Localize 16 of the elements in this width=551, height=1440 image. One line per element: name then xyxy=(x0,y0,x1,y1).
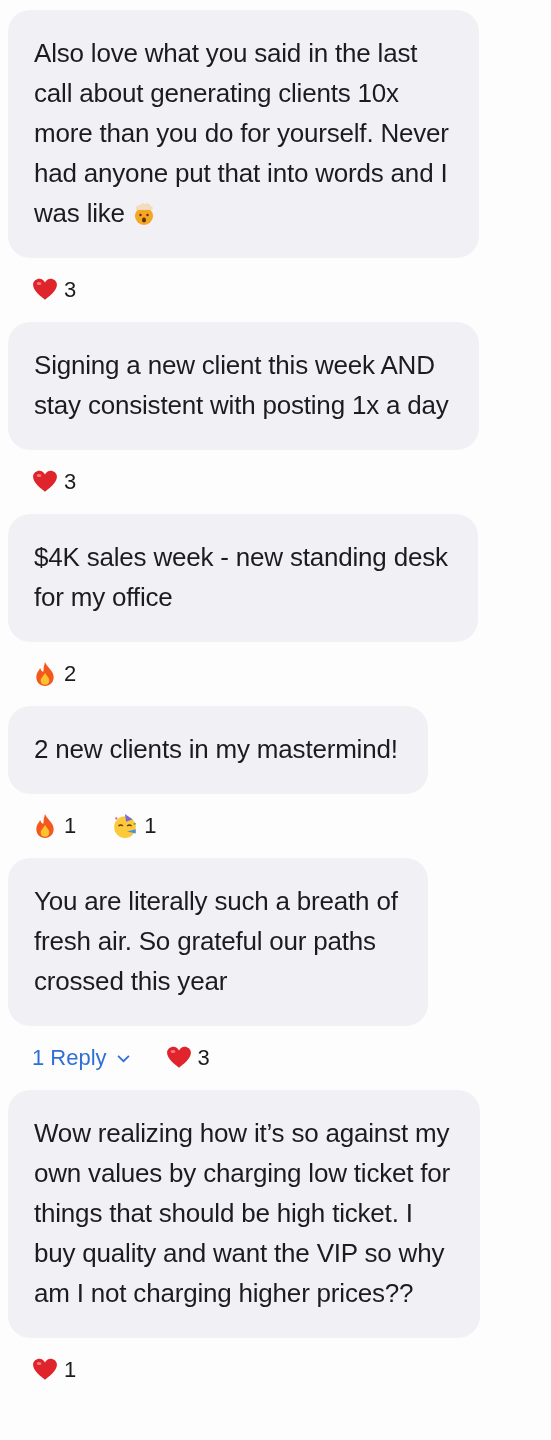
reaction-count: 3 xyxy=(64,469,77,495)
reaction-count: 1 xyxy=(64,813,77,839)
reaction-count: 1 xyxy=(144,813,157,839)
reaction-count: 2 xyxy=(64,661,77,687)
chevron-down-icon xyxy=(116,1053,130,1063)
party-face-icon xyxy=(112,813,139,839)
reply-link[interactable]: 1 Reply xyxy=(32,1045,130,1071)
reaction-count: 3 xyxy=(197,1045,210,1071)
comment-text: Signing a new client this week AND stay consistent with posting 1x a day xyxy=(34,349,449,422)
reaction-count: 1 xyxy=(64,1357,77,1383)
comment-text: Also love what you said in the last call about generating clients 10x more than you do for yourself. Never had anyone put that into words and I was like xyxy=(34,37,449,230)
comment-text: 2 new clients in my mastermind! xyxy=(34,733,398,766)
reaction-count: 3 xyxy=(64,277,77,303)
comment-text: Wow realizing how it’s so against my own values by charging low ticket for things that should be high ticket. I buy quality and want the VIP so why am I not charging higher prices?? xyxy=(34,1117,451,1310)
comment-text: $4K sales week - new standing desk for my office xyxy=(34,541,448,614)
comment-text: You are literally such a breath of fresh air. So grateful our paths crossed this year xyxy=(34,885,398,998)
